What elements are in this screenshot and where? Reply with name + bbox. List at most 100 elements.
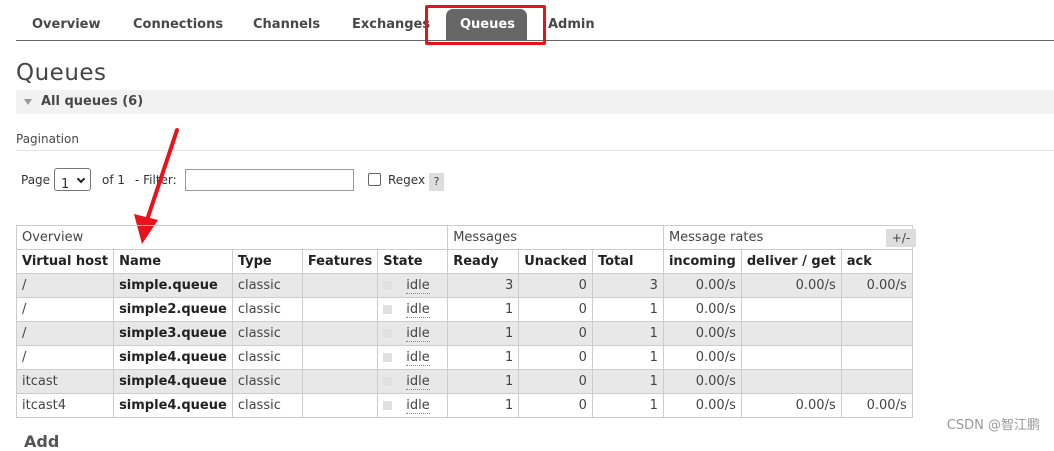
cell-queue-name[interactable]: simple4.queue — [113, 369, 233, 394]
cell-ack: 0.00/s — [840, 393, 913, 418]
table-row[interactable]: / simple3.queue classic idle 1 0 1 0.00/s — [15, 321, 913, 346]
nav-connections[interactable]: Connections — [119, 9, 237, 41]
cell-ready: 1 — [447, 393, 520, 418]
cell-queue-name[interactable]: simple3.queue — [113, 321, 233, 346]
col-name[interactable]: Name — [113, 249, 233, 274]
cell-unacked: 0 — [518, 369, 593, 394]
table-row[interactable]: / simple2.queue classic idle 1 0 1 0.00/s — [15, 297, 913, 322]
group-header-messages: Messages — [447, 225, 664, 250]
cell-total: 1 — [591, 345, 664, 370]
cell-type: classic — [231, 297, 303, 322]
cell-ready: 1 — [447, 321, 520, 346]
all-queues-section[interactable]: All queues (6) — [16, 90, 1054, 114]
cell-ack — [840, 369, 913, 394]
cell-total: 3 — [591, 273, 664, 298]
cell-ready: 1 — [447, 345, 520, 370]
nav-overview[interactable]: Overview — [18, 9, 115, 41]
cell-queue-name[interactable]: simple2.queue — [113, 297, 233, 322]
cell-features — [301, 393, 379, 418]
page-title: Queues — [16, 60, 107, 86]
table-group-header-row: Overview Messages Message rates — [15, 225, 913, 250]
cell-total: 1 — [591, 393, 664, 418]
state-indicator-icon — [383, 329, 393, 338]
cell-ack — [840, 297, 913, 322]
cell-queue-name[interactable]: simple4.queue — [113, 345, 233, 370]
col-state[interactable]: State — [377, 249, 449, 274]
col-unacked[interactable]: Unacked — [518, 249, 593, 274]
cell-features — [301, 345, 379, 370]
queues-table: Overview Messages Message rates Virtual … — [15, 225, 913, 418]
col-ack[interactable]: ack — [840, 249, 913, 274]
state-text: idle — [406, 374, 430, 390]
state-indicator-icon — [383, 281, 393, 290]
cell-incoming: 0.00/s — [662, 393, 742, 418]
cell-type: classic — [231, 345, 303, 370]
regex-help-button[interactable]: ? — [429, 173, 444, 191]
cell-state: idle — [377, 273, 449, 298]
add-section-cutoff: Add — [24, 432, 60, 451]
cell-virtual-host: / — [15, 321, 115, 346]
top-nav: Overview Connections Channels Exchanges … — [16, 8, 1054, 41]
cell-state: idle — [377, 393, 449, 418]
cell-virtual-host: itcast — [15, 369, 115, 394]
cell-type: classic — [231, 321, 303, 346]
nav-channels[interactable]: Channels — [239, 9, 334, 41]
col-features[interactable]: Features — [301, 249, 379, 274]
page-label: Page — [21, 173, 51, 187]
cell-virtual-host: / — [15, 345, 115, 370]
filter-label: - Filter: — [135, 173, 177, 187]
toggle-columns-button[interactable]: +/- — [886, 229, 916, 247]
col-incoming[interactable]: incoming — [662, 249, 742, 274]
col-virtual-host[interactable]: Virtual host — [15, 249, 115, 274]
nav-admin[interactable]: Admin — [534, 9, 609, 41]
regex-label: Regex — [388, 173, 426, 187]
state-text: idle — [406, 278, 430, 294]
nav-queues[interactable]: Queues — [446, 9, 527, 41]
cell-queue-name[interactable]: simple.queue — [113, 273, 233, 298]
pagination-label: Pagination — [16, 132, 79, 146]
table-row[interactable]: / simple.queue classic idle 3 0 3 0.00/s 0.00/s 0… — [15, 273, 913, 298]
col-type[interactable]: Type — [231, 249, 303, 274]
nav-exchanges[interactable]: Exchanges — [338, 9, 444, 41]
state-indicator-icon — [383, 305, 393, 314]
regex-checkbox[interactable] — [368, 173, 381, 186]
page-select[interactable]: 1 — [54, 168, 91, 192]
of-pages-label: of 1 — [102, 173, 126, 187]
divider — [16, 150, 1054, 151]
watermark: CSDN @智江鹏 — [946, 418, 1040, 433]
table-row[interactable]: itcast simple4.queue classic idle 1 0 1 0.00/s — [15, 369, 913, 394]
table-column-header-row: Virtual host Name Type Features State Re… — [15, 249, 913, 274]
cell-ready: 3 — [447, 273, 520, 298]
filter-input[interactable] — [185, 169, 354, 191]
cell-state: idle — [377, 369, 449, 394]
cell-type: classic — [231, 393, 303, 418]
cell-unacked: 0 — [518, 393, 593, 418]
cell-unacked: 0 — [518, 321, 593, 346]
cell-queue-name[interactable]: simple4.queue — [113, 393, 233, 418]
cell-state: idle — [377, 297, 449, 322]
cell-unacked: 0 — [518, 297, 593, 322]
col-total[interactable]: Total — [591, 249, 664, 274]
cell-ready: 1 — [447, 369, 520, 394]
cell-features — [301, 369, 379, 394]
cell-virtual-host: / — [15, 273, 115, 298]
col-deliver-get[interactable]: deliver / get — [740, 249, 842, 274]
state-text: idle — [406, 326, 430, 342]
cell-total: 1 — [591, 321, 664, 346]
state-indicator-icon — [383, 401, 393, 410]
page-select-value: 1 — [61, 177, 70, 192]
cell-incoming: 0.00/s — [662, 297, 742, 322]
cell-features — [301, 321, 379, 346]
cell-deliver-get — [740, 345, 842, 370]
cell-deliver-get — [740, 321, 842, 346]
cell-features — [301, 297, 379, 322]
cell-state: idle — [377, 345, 449, 370]
col-ready[interactable]: Ready — [447, 249, 520, 274]
cell-total: 1 — [591, 369, 664, 394]
group-header-overview: Overview — [15, 225, 449, 250]
group-header-message-rates: Message rates — [662, 225, 913, 250]
table-row[interactable]: / simple4.queue classic idle 1 0 1 0.00/s — [15, 345, 913, 370]
table-row[interactable]: itcast4 simple4.queue classic idle 1 0 1 0.00/s… — [15, 393, 913, 418]
cell-deliver-get — [740, 369, 842, 394]
cell-ready: 1 — [447, 297, 520, 322]
